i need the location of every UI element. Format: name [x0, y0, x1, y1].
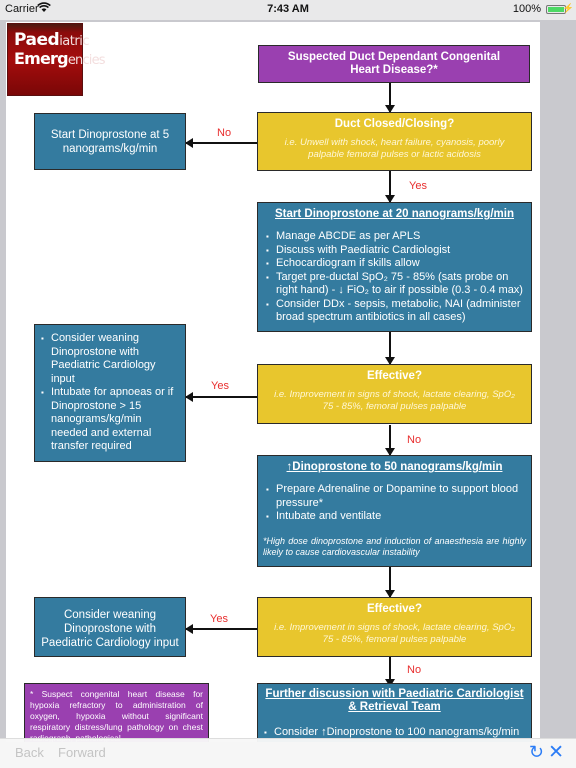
bullet-item: Consider weaning Dinoprostone with Paedi…	[41, 332, 179, 386]
arrow-down	[385, 83, 395, 113]
arrow-down	[385, 567, 395, 598]
decision-subtitle: i.e. Improvement in signs of shock, lact…	[274, 622, 515, 645]
branch-label-yes: Yes	[211, 380, 229, 392]
close-icon[interactable]: ✕	[548, 741, 564, 764]
branch-label-no: No	[407, 434, 422, 446]
arrow-left	[185, 138, 257, 148]
node-title: ↑Dinoprostone to 50 nanograms/kg/min	[286, 461, 503, 473]
logo-text: Emerg	[14, 49, 69, 68]
bullet-item: Manage ABCDE as per APLS	[266, 230, 523, 244]
decision-title: Effective?	[367, 603, 422, 615]
arrow-down	[385, 332, 395, 365]
bullet-item: Intubate and ventilate	[266, 510, 526, 524]
bullet-item: Echocardiogram if skills allow	[266, 257, 523, 271]
bullet-item: Intubate for apnoeas or if Dinoprostone …	[41, 386, 179, 454]
consider-weaning-node: Consider weaning Dinoprostone with Paedi…	[34, 597, 186, 657]
decision-title: Duct Closed/Closing?	[334, 118, 455, 130]
branch-label-yes: Yes	[409, 180, 427, 192]
footnote-text: * Suspect congenital heart disease for h…	[30, 689, 203, 742]
arrow-left	[185, 392, 257, 402]
back-button[interactable]: Back	[15, 745, 44, 760]
arrow-down	[385, 171, 395, 203]
bullet-list: Manage ABCDE as per APLS Discuss with Pa…	[266, 230, 523, 325]
decision-effective-1: Effective? i.e. Improvement in signs of …	[257, 364, 532, 424]
footnote-box: * Suspect congenital heart disease for h…	[24, 683, 209, 742]
decision-title: Effective?	[367, 370, 422, 382]
dinoprostone-50-node: ↑Dinoprostone to 50 nanograms/kg/min Pre…	[257, 455, 532, 567]
further-discussion-node: Further discussion with Paediatric Cardi…	[257, 683, 532, 742]
logo-text: encies	[67, 53, 106, 68]
start-dinoprostone-5-node: Start Dinoprostone at 5 nanograms/kg/min	[34, 113, 186, 170]
start-node-title: Suspected Duct Dependant Congenital Hear…	[287, 51, 501, 76]
decision-effective-2: Effective? i.e. Improvement in signs of …	[257, 597, 532, 657]
logo-text: Paed	[14, 30, 60, 50]
arrow-down	[385, 425, 395, 456]
decision-subtitle: i.e. Improvement in signs of shock, lact…	[274, 389, 515, 412]
arrow-down	[385, 657, 395, 687]
node-title: Start Dinoprostone at 20 nanograms/kg/mi…	[275, 208, 514, 220]
node-text: Consider weaning Dinoprostone with Paedi…	[41, 609, 179, 649]
branch-label-yes: Yes	[210, 613, 228, 625]
refresh-icon[interactable]: ↻	[529, 742, 544, 763]
arrow-left	[185, 624, 257, 634]
decision-subtitle: i.e. Unwell with shock, heart failure, c…	[284, 137, 505, 160]
battery-percent: 100%	[512, 3, 541, 15]
bullet-item: Prepare Adrenaline or Dopamine to suppor…	[266, 483, 526, 510]
bullet-item: Discuss with Paediatric Cardiologist	[266, 244, 523, 258]
node-title: Further discussion with Paediatric Cardi…	[265, 688, 524, 713]
charging-icon: ⚡	[562, 3, 574, 13]
status-bar: Carrier 7:43 AM 100% ⚡	[0, 0, 576, 20]
node-text: Start Dinoprostone at 5 nanograms/kg/min	[50, 129, 170, 155]
wean-or-intubate-node: Consider weaning Dinoprostone with Paedi…	[34, 324, 186, 462]
page-margin	[540, 22, 576, 742]
bullet-item: Target pre-ductal SpO₂ 75 - 85% (sats pr…	[266, 271, 523, 298]
forward-button[interactable]: Forward	[58, 745, 106, 760]
branch-label-no: No	[217, 127, 232, 139]
web-content[interactable]: Paediatric Emergencies Suspected Duct De…	[6, 22, 540, 742]
paediatric-emergencies-logo: Paediatric Emergencies	[7, 23, 106, 96]
bullet-list: Consider weaning Dinoprostone with Paedi…	[41, 332, 179, 454]
bullet-item: Consider DDx - sepsis, metabolic, NAI (a…	[266, 298, 523, 325]
branch-label-no: No	[407, 664, 422, 676]
clock: 7:43 AM	[267, 3, 309, 15]
node-note: *High dose dinoprostone and induction of…	[263, 535, 526, 557]
battery-fill	[548, 7, 564, 12]
start-dinoprostone-20-node: Start Dinoprostone at 20 nanograms/kg/mi…	[257, 202, 532, 332]
browser-toolbar: Back Forward ↻ ✕	[0, 738, 576, 768]
logo-text: iatric	[59, 34, 89, 49]
start-node: Suspected Duct Dependant Congenital Hear…	[258, 45, 530, 83]
bullet-list: Prepare Adrenaline or Dopamine to suppor…	[263, 483, 526, 524]
decision-duct-closed: Duct Closed/Closing? i.e. Unwell with sh…	[257, 112, 532, 171]
